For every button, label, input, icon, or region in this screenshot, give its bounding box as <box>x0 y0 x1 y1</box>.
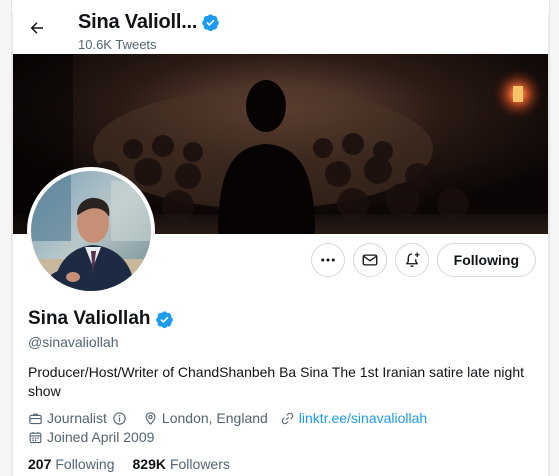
header-title-row: Sina Valioll... <box>78 11 220 34</box>
profile-meta-row: Journalist London, England linktr.ee/sin… <box>28 410 439 426</box>
website-link[interactable]: linktr.ee/sinavaliollah <box>299 410 427 426</box>
location-pin-icon <box>145 411 156 425</box>
header-tweet-count: 10.6K Tweets <box>78 37 157 52</box>
verified-badge-icon <box>201 13 220 32</box>
briefcase-icon <box>29 413 42 424</box>
back-button[interactable] <box>23 14 51 42</box>
more-options-button[interactable] <box>310 243 345 277</box>
joined-row: Joined April 2009 <box>28 429 166 445</box>
profile-column: Sina Valioll... 10.6K Tweets Following S… <box>13 0 548 476</box>
profile-handle: @sinavaliollah <box>28 334 119 350</box>
website-item: linktr.ee/sinavaliollah <box>280 410 427 426</box>
category-item: Journalist <box>28 410 131 426</box>
joined-label: Joined April 2009 <box>47 429 155 445</box>
following-stat-label: Following <box>55 456 115 472</box>
profile-name-row: Sina Valiollah <box>28 308 174 330</box>
category-label: Journalist <box>47 410 107 426</box>
followers-count: 829K <box>132 456 166 472</box>
following-count: 207 <box>28 456 52 472</box>
message-button[interactable] <box>352 243 387 277</box>
followers-stat-label: Followers <box>169 456 230 472</box>
arrow-left-icon <box>30 22 43 34</box>
link-icon <box>281 412 294 424</box>
avatar-image <box>31 171 151 291</box>
location-label: London, England <box>161 410 268 426</box>
header-profile-name: Sina Valioll... <box>78 11 198 33</box>
following-button[interactable]: Following <box>436 243 536 277</box>
following-stat-link[interactable]: 207 Following <box>28 456 115 472</box>
right-gutter <box>549 0 559 476</box>
followers-stat-link[interactable]: 829K Followers <box>133 456 230 472</box>
joined-item: Joined April 2009 <box>28 429 154 445</box>
location-item: London, England <box>143 410 268 426</box>
notifications-button[interactable] <box>394 243 429 277</box>
calendar-icon <box>29 431 42 443</box>
profile-name: Sina Valiollah <box>28 308 151 329</box>
envelope-icon <box>362 254 378 266</box>
verified-badge-icon <box>155 310 174 329</box>
profile-header-bar: Sina Valioll... 10.6K Tweets <box>13 0 548 54</box>
more-dots-icon <box>320 258 335 262</box>
bell-plus-icon <box>405 252 420 267</box>
info-icon[interactable] <box>112 411 131 426</box>
profile-bio: Producer/Host/Writer of ChandShanbeh Ba … <box>28 364 524 399</box>
profile-actions: Following <box>310 243 536 277</box>
left-gutter <box>0 0 12 476</box>
avatar[interactable] <box>27 167 155 295</box>
follow-stats: 207 Following 829K Followers <box>28 456 248 472</box>
